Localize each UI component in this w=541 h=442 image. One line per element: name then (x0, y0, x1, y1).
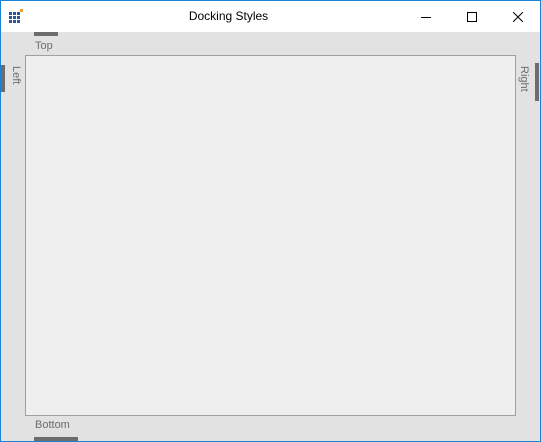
title-bar[interactable]: Docking Styles (1, 1, 540, 32)
bottom-dock-tab[interactable]: Bottom (35, 419, 70, 431)
window-title: Docking Styles (188, 9, 269, 23)
right-dock-tab[interactable]: Right (517, 66, 531, 92)
app-window: Docking Styles Top Left Right Bottom (0, 0, 541, 442)
left-dock-tab[interactable]: Left (9, 66, 23, 84)
close-icon (513, 11, 523, 22)
minimize-icon (421, 16, 431, 18)
close-button[interactable] (495, 1, 540, 32)
right-dock-tab-handle[interactable] (535, 63, 539, 101)
bottom-dock-tab-handle[interactable] (34, 437, 78, 441)
maximize-icon (467, 11, 477, 22)
document-panel[interactable] (25, 55, 516, 416)
left-dock-tab-handle[interactable] (1, 65, 5, 92)
maximize-button[interactable] (449, 1, 495, 32)
client-area: Top Left Right Bottom (1, 32, 540, 441)
minimize-button[interactable] (403, 1, 449, 32)
top-dock-tab-handle[interactable] (34, 32, 58, 36)
top-dock-tab[interactable]: Top (35, 40, 53, 52)
